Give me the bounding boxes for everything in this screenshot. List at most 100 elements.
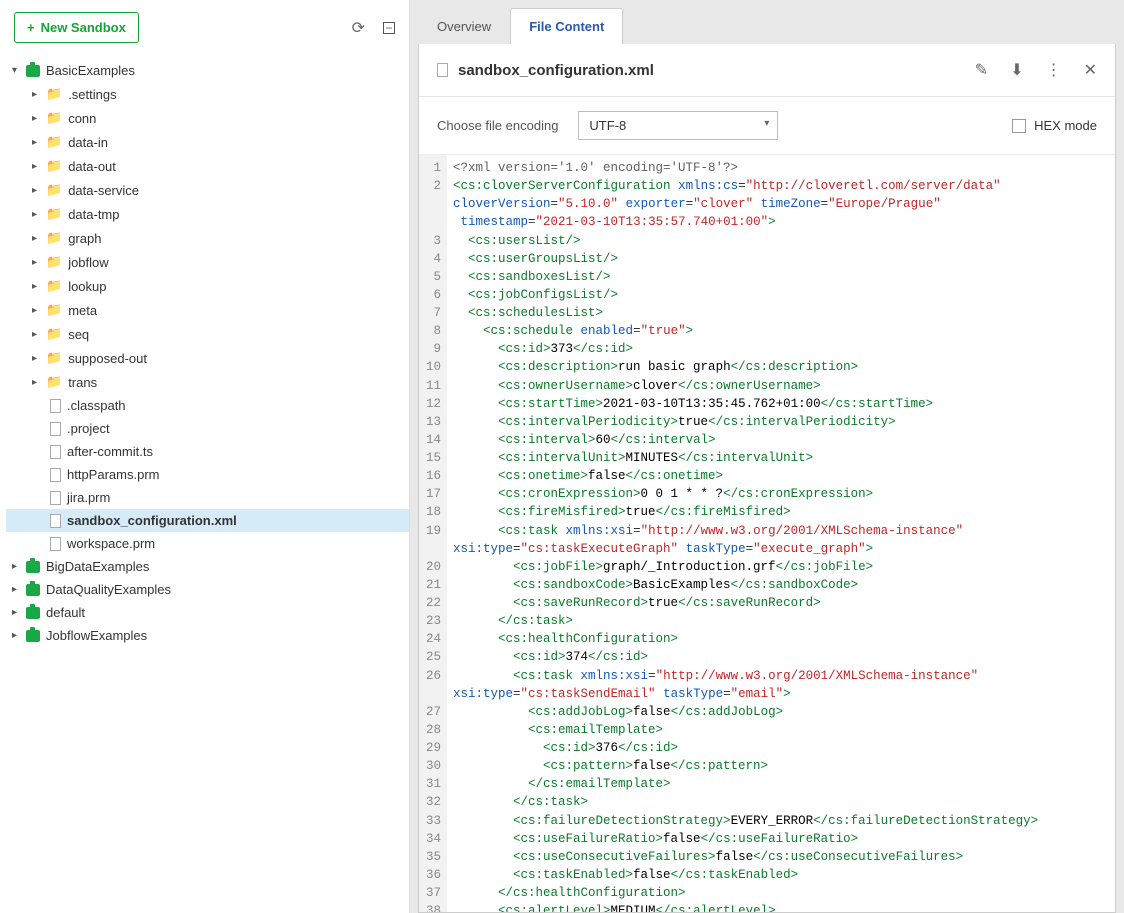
file-icon: [437, 63, 448, 77]
tree-label: lookup: [68, 279, 106, 294]
folder-item[interactable]: ▸📁meta: [6, 298, 409, 322]
tree-label: data-service: [68, 183, 139, 198]
file-item[interactable]: after-commit.ts: [6, 440, 409, 463]
folder-item[interactable]: ▸📁jobflow: [6, 250, 409, 274]
refresh-icon[interactable]: ⟳: [352, 18, 365, 38]
folder-item[interactable]: ▸📁data-service: [6, 178, 409, 202]
sandbox-item[interactable]: ▸JobflowExamples: [6, 624, 409, 647]
sandbox-icon: [26, 65, 40, 77]
folder-icon: 📁: [46, 278, 62, 294]
file-item[interactable]: .classpath: [6, 394, 409, 417]
tree-label: jira.prm: [67, 490, 110, 505]
hex-label: HEX mode: [1034, 118, 1097, 133]
folder-icon: 📁: [46, 134, 62, 150]
sandbox-icon: [26, 561, 40, 573]
sidebar: + New Sandbox ⟳ − ▾BasicExamples▸📁.setti…: [0, 0, 410, 913]
folder-icon: 📁: [46, 182, 62, 198]
collapse-all-icon[interactable]: −: [383, 19, 395, 37]
tree-label: data-tmp: [68, 207, 119, 222]
folder-item[interactable]: ▸📁data-tmp: [6, 202, 409, 226]
plus-icon: +: [27, 20, 35, 35]
sandbox-item[interactable]: ▸default: [6, 601, 409, 624]
encoding-value: UTF-8: [589, 118, 626, 133]
tabs: Overview File Content: [418, 8, 1116, 44]
file-icon: [50, 537, 61, 551]
more-icon[interactable]: ⋮: [1046, 60, 1062, 80]
sandbox-root[interactable]: ▾BasicExamples: [6, 59, 409, 82]
file-tree: ▾BasicExamples▸📁.settings▸📁conn▸📁data-in…: [0, 55, 409, 657]
folder-icon: 📁: [46, 374, 62, 390]
encoding-select[interactable]: UTF-8: [578, 111, 778, 140]
file-icon: [50, 491, 61, 505]
folder-item[interactable]: ▸📁data-in: [6, 130, 409, 154]
folder-item[interactable]: ▸📁conn: [6, 106, 409, 130]
code-viewer: 12 345678910111213141516171819 202122232…: [419, 155, 1115, 912]
tree-label: supposed-out: [68, 351, 147, 366]
folder-item[interactable]: ▸📁data-out: [6, 154, 409, 178]
tree-label: .settings: [68, 87, 116, 102]
file-icon: [50, 422, 61, 436]
sidebar-toolbar: + New Sandbox ⟳ −: [0, 0, 409, 55]
folder-icon: 📁: [46, 254, 62, 270]
tree-label: conn: [68, 111, 96, 126]
tree-label: workspace.prm: [67, 536, 155, 551]
file-item[interactable]: sandbox_configuration.xml: [6, 509, 409, 532]
tree-label: sandbox_configuration.xml: [67, 513, 237, 528]
sandbox-icon: [26, 607, 40, 619]
tree-label: BigDataExamples: [46, 559, 149, 574]
folder-item[interactable]: ▸📁.settings: [6, 82, 409, 106]
tree-label: DataQualityExamples: [46, 582, 171, 597]
folder-item[interactable]: ▸📁graph: [6, 226, 409, 250]
tree-label: JobflowExamples: [46, 628, 147, 643]
download-icon[interactable]: ⬇: [1010, 60, 1023, 80]
tree-label: .classpath: [67, 398, 126, 413]
file-item[interactable]: jira.prm: [6, 486, 409, 509]
file-item[interactable]: workspace.prm: [6, 532, 409, 555]
folder-icon: 📁: [46, 110, 62, 126]
file-title: sandbox_configuration.xml: [458, 62, 654, 79]
file-icon: [50, 399, 61, 413]
file-icon: [50, 468, 61, 482]
new-sandbox-button[interactable]: + New Sandbox: [14, 12, 139, 43]
tree-label: seq: [68, 327, 89, 342]
tree-label: graph: [68, 231, 101, 246]
folder-item[interactable]: ▸📁seq: [6, 322, 409, 346]
file-icon: [50, 445, 61, 459]
content-box: sandbox_configuration.xml ✎ ⬇ ⋮ ✕ Choose…: [418, 44, 1116, 913]
tree-label: BasicExamples: [46, 63, 135, 78]
folder-icon: 📁: [46, 206, 62, 222]
folder-icon: 📁: [46, 326, 62, 342]
file-item[interactable]: httpParams.prm: [6, 463, 409, 486]
folder-icon: 📁: [46, 86, 62, 102]
folder-item[interactable]: ▸📁lookup: [6, 274, 409, 298]
file-header: sandbox_configuration.xml ✎ ⬇ ⋮ ✕: [419, 44, 1115, 97]
tree-label: .project: [67, 421, 110, 436]
sandbox-item[interactable]: ▸BigDataExamples: [6, 555, 409, 578]
edit-icon[interactable]: ✎: [975, 60, 988, 80]
code-content: <?xml version='1.0' encoding='UTF-8'?> <…: [447, 155, 1115, 912]
hex-checkbox[interactable]: [1012, 119, 1026, 133]
tab-file-content[interactable]: File Content: [510, 8, 623, 44]
new-sandbox-label: New Sandbox: [41, 20, 126, 35]
folder-item[interactable]: ▸📁supposed-out: [6, 346, 409, 370]
close-icon[interactable]: ✕: [1084, 60, 1097, 80]
sandbox-icon: [26, 630, 40, 642]
folder-item[interactable]: ▸📁trans: [6, 370, 409, 394]
tree-label: trans: [68, 375, 97, 390]
tab-overview[interactable]: Overview: [418, 8, 510, 44]
folder-icon: 📁: [46, 302, 62, 318]
tree-label: default: [46, 605, 85, 620]
sandbox-icon: [26, 584, 40, 596]
tab-file-content-label: File Content: [529, 19, 604, 34]
tree-label: after-commit.ts: [67, 444, 153, 459]
file-item[interactable]: .project: [6, 417, 409, 440]
tree-label: meta: [68, 303, 97, 318]
tree-label: data-out: [68, 159, 116, 174]
folder-icon: 📁: [46, 350, 62, 366]
folder-icon: 📁: [46, 230, 62, 246]
line-gutter: 12 345678910111213141516171819 202122232…: [419, 155, 447, 912]
encoding-bar: Choose file encoding UTF-8 HEX mode: [419, 97, 1115, 155]
encoding-label: Choose file encoding: [437, 118, 558, 133]
sandbox-item[interactable]: ▸DataQualityExamples: [6, 578, 409, 601]
tree-label: data-in: [68, 135, 108, 150]
